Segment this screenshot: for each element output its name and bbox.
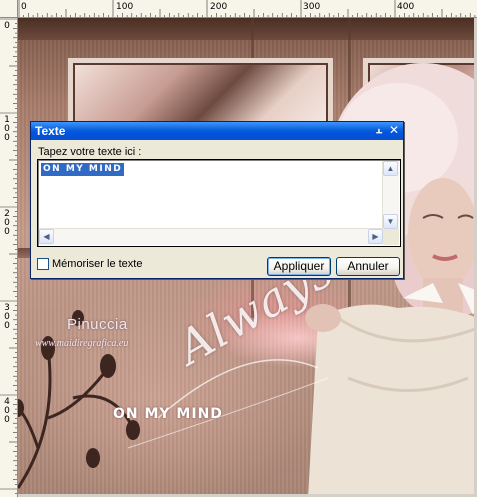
scroll-down-icon[interactable]: ▼ bbox=[383, 214, 398, 229]
ruler-label: 100 bbox=[4, 115, 10, 143]
ruler-label: 400 bbox=[397, 2, 415, 12]
dialog-title: Texte bbox=[35, 124, 66, 138]
art-subtitle: ON MY MIND bbox=[113, 406, 223, 422]
scroll-corner bbox=[383, 229, 399, 245]
ruler-corner bbox=[0, 0, 18, 18]
scroll-right-icon[interactable]: ▶ bbox=[368, 229, 383, 244]
ruler-label: 0 bbox=[4, 21, 10, 31]
text-dialog: Texte ⫠ ✕ Tapez votre texte ici : ON MY … bbox=[30, 121, 404, 279]
ruler-label: 200 bbox=[4, 209, 10, 237]
vertical-scrollbar[interactable]: ▲ ▼ bbox=[382, 161, 399, 229]
ruler-label: 100 bbox=[116, 2, 134, 12]
remember-text-label[interactable]: Mémoriser le texte bbox=[52, 258, 142, 270]
watermark-url: www.maidiregrafica.eu bbox=[35, 338, 129, 349]
selected-text[interactable]: ON MY MIND bbox=[41, 163, 125, 176]
scroll-left-icon[interactable]: ◀ bbox=[39, 229, 54, 244]
ruler-label: 400 bbox=[4, 397, 10, 425]
remember-text-checkbox[interactable] bbox=[37, 258, 49, 270]
text-input-area[interactable]: ON MY MIND ▲ ▼ ◀ ▶ bbox=[37, 159, 401, 247]
close-icon[interactable]: ✕ bbox=[387, 123, 401, 138]
vertical-ruler: 0 100 200 300 400 bbox=[0, 18, 18, 497]
horizontal-scrollbar[interactable]: ◀ ▶ bbox=[39, 228, 383, 245]
ruler-label: 200 bbox=[210, 2, 228, 12]
horizontal-ruler: 0 100 200 300 400 bbox=[0, 0, 477, 18]
dialog-title-bar[interactable]: Texte ⫠ ✕ bbox=[31, 122, 403, 140]
ruler-label: 300 bbox=[4, 303, 10, 331]
apply-button[interactable]: Appliquer bbox=[267, 257, 331, 276]
cancel-button[interactable]: Annuler bbox=[336, 257, 400, 276]
ruler-label: 0 bbox=[21, 2, 27, 12]
watermark-name: Pinuccia bbox=[67, 316, 128, 333]
prompt-label: Tapez votre texte ici : bbox=[38, 146, 142, 158]
ruler-label: 300 bbox=[303, 2, 321, 12]
scroll-up-icon[interactable]: ▲ bbox=[383, 161, 398, 176]
pin-icon[interactable]: ⫠ bbox=[372, 123, 386, 138]
